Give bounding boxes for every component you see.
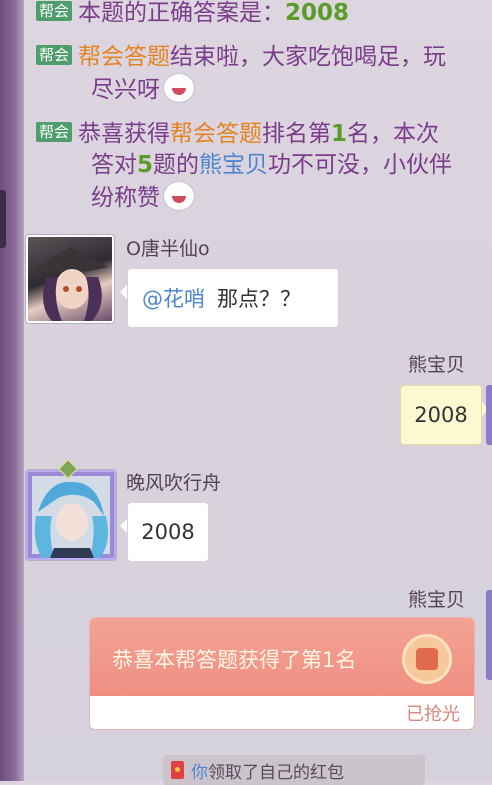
guild-tag: 帮会 [36,122,73,142]
message-segment: 结束啦，大家吃饱喝足，玩 [170,44,447,70]
guild-tag: 帮会 [36,45,73,65]
message-segment: 答对 [91,152,137,178]
message-segment: 功不可没，小伙伴 [268,152,453,178]
panel-handle[interactable] [0,190,6,248]
dice-icon [402,634,452,684]
system-message-text: 恭喜获得帮会答题排名第1名，本次 [78,121,439,147]
right-panel-edge [486,590,492,680]
sender-name: O唐半仙o [126,238,210,260]
avatar-portrait [32,247,108,321]
right-panel-edge [486,385,492,445]
sender-name: 熊宝贝 [408,589,466,611]
message-text: 2008 [141,520,195,544]
notice-text: 领取了自己的红包 [208,762,344,783]
message-segment: 5 [137,152,154,178]
laughing-emoji-icon [163,73,195,103]
message-segment: 纷称赞 [91,185,160,211]
chat-bubble[interactable]: @花哨 那点？？ [120,268,339,328]
chat-bubble[interactable]: 2008 [400,385,489,445]
message-segment: 帮会答题 [170,121,263,147]
system-message-text: 本题的正确答案是：2008 [78,0,349,26]
system-message: 帮会 本题的正确答案是：2008 [36,0,492,29]
message-segment: 本题的正确答案是： [78,0,286,26]
message-segment: 2008 [285,0,350,26]
sender-name: 晚风吹行舟 [126,472,222,494]
avatar-portrait [32,476,110,558]
avatar[interactable] [26,235,114,323]
sender-name: 熊宝贝 [408,354,466,376]
system-message: 帮会 恭喜获得帮会答题排名第1名，本次 答对5题的熊宝贝功不可没，小伙伴 纷称赞 [36,119,492,214]
message-segment: 名，本次 [347,121,440,147]
mention-link[interactable]: @花哨 [142,283,205,313]
system-message-text: 帮会答题结束啦，大家吃饱喝足，玩 [78,44,446,70]
message-segment: 恭喜获得 [78,121,171,147]
system-message: 帮会 帮会答题结束啦，大家吃饱喝足，玩 尽兴呀 [36,42,492,106]
red-packet-status: 已抢光 [406,704,460,725]
notice-you: 你 [191,762,208,783]
chat-bubble[interactable]: 2008 [120,502,209,562]
avatar[interactable] [26,470,116,560]
system-message-continuation: 尽兴呀 [36,73,492,106]
guild-tag: 帮会 [36,1,73,21]
message-segment[interactable]: 熊宝贝 [199,152,268,178]
message-segment: 1 [331,121,348,147]
message-segment: 排名第 [262,121,332,147]
message-text: 那点？？ [217,287,301,311]
left-panel-edge [0,0,24,781]
message-segment: 帮会答题 [78,44,171,70]
red-packet-title: 恭喜本帮答题获得了第1名 [112,648,357,672]
message-segment: 尽兴呀 [91,77,160,103]
message-segment: 题的 [153,152,200,178]
system-message-continuation: 纷称赞 [36,181,492,214]
red-envelope-icon [171,761,184,779]
system-message-continuation: 答对5题的熊宝贝功不可没，小伙伴 [36,150,492,181]
red-packet-card[interactable]: 恭喜本帮答题获得了第1名 已抢光 [89,617,475,730]
message-text: 2008 [414,403,468,427]
cheering-emoji-icon [163,181,195,211]
